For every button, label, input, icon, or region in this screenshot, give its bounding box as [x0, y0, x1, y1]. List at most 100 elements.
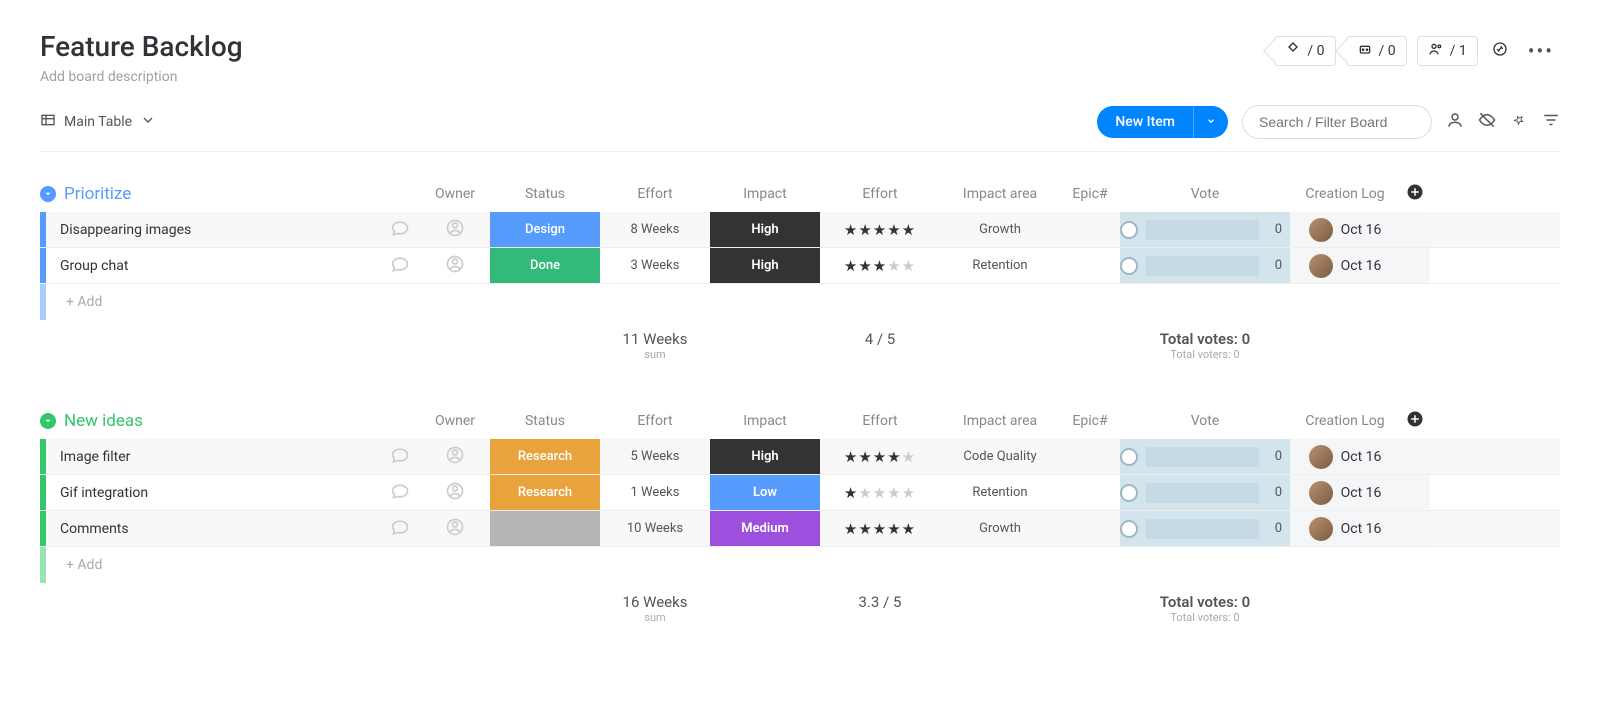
column-header[interactable]: Owner	[420, 413, 490, 429]
vote-cell[interactable]: 0	[1120, 511, 1290, 546]
activity-chip[interactable]	[1488, 37, 1512, 65]
owner-cell[interactable]	[420, 517, 490, 541]
column-header[interactable]: Vote	[1120, 186, 1290, 202]
impact-cell[interactable]: Low	[710, 475, 820, 510]
impact-area-cell[interactable]: Retention	[940, 258, 1060, 273]
impact-area-cell[interactable]: Growth	[940, 222, 1060, 237]
view-switcher[interactable]: Main Table	[40, 112, 156, 132]
creation-log-cell[interactable]: Oct 16	[1290, 475, 1400, 510]
impact-cell[interactable]: High	[710, 439, 820, 474]
column-header[interactable]: Vote	[1120, 413, 1290, 429]
new-item-dropdown[interactable]	[1193, 106, 1228, 138]
table-row[interactable]: Disappearing images Design 8 Weeks High …	[40, 212, 1560, 248]
column-header[interactable]: Creation Log	[1290, 413, 1400, 429]
column-header[interactable]: Status	[490, 413, 600, 429]
vote-toggle[interactable]	[1120, 448, 1138, 466]
person-filter-icon[interactable]	[1446, 111, 1464, 133]
item-title[interactable]: Comments	[60, 521, 380, 537]
creation-log-cell[interactable]: Oct 16	[1290, 439, 1400, 474]
impact-cell[interactable]: High	[710, 212, 820, 247]
impact-cell[interactable]: Medium	[710, 511, 820, 546]
rating-cell[interactable]: ★★★★★	[820, 257, 940, 275]
group-title[interactable]: New ideas	[40, 411, 420, 431]
column-header[interactable]: Status	[490, 186, 600, 202]
add-column-button[interactable]	[1400, 409, 1430, 433]
impact-area-cell[interactable]: Code Quality	[940, 449, 1060, 464]
creation-log-cell[interactable]: Oct 16	[1290, 248, 1400, 283]
item-title[interactable]: Image filter	[60, 449, 380, 465]
column-header[interactable]: Effort	[820, 413, 940, 429]
table-row[interactable]: Image filter Research 5 Weeks High ★★★★★…	[40, 439, 1560, 475]
item-title[interactable]: Group chat	[60, 258, 380, 274]
rating-cell[interactable]: ★★★★★	[820, 221, 940, 239]
effort-cell[interactable]: 8 Weeks	[600, 222, 710, 237]
effort-cell[interactable]: 5 Weeks	[600, 449, 710, 464]
item-title[interactable]: Gif integration	[60, 485, 380, 501]
more-menu[interactable]: •••	[1522, 39, 1560, 63]
filter-icon[interactable]	[1542, 111, 1560, 133]
column-header[interactable]: Epic#	[1060, 413, 1120, 429]
comment-icon[interactable]	[380, 445, 420, 469]
collapse-icon[interactable]	[40, 186, 56, 202]
column-header[interactable]: Effort	[600, 186, 710, 202]
board-description[interactable]: Add board description	[40, 69, 243, 85]
rating-cell[interactable]: ★★★★★	[820, 448, 940, 466]
add-column-button[interactable]	[1400, 182, 1430, 206]
group-title[interactable]: Prioritize	[40, 184, 420, 204]
effort-cell[interactable]: 10 Weeks	[600, 521, 710, 536]
table-row[interactable]: Gif integration Research 1 Weeks Low ★★★…	[40, 475, 1560, 511]
impact-cell[interactable]: High	[710, 248, 820, 283]
column-header[interactable]: Impact	[710, 186, 820, 202]
rating-cell[interactable]: ★★★★★	[820, 484, 940, 502]
status-cell[interactable]: Research	[490, 475, 600, 510]
vote-cell[interactable]: 0	[1120, 475, 1290, 510]
status-cell[interactable]	[490, 511, 600, 546]
effort-cell[interactable]: 1 Weeks	[600, 485, 710, 500]
column-header[interactable]: Owner	[420, 186, 490, 202]
members-chip[interactable]: / 1	[1417, 36, 1478, 66]
owner-cell[interactable]	[420, 445, 490, 469]
vote-toggle[interactable]	[1120, 484, 1138, 502]
integrations-chip[interactable]: / 0	[1274, 36, 1335, 66]
column-header[interactable]: Impact	[710, 413, 820, 429]
comment-icon[interactable]	[380, 218, 420, 242]
collapse-icon[interactable]	[40, 413, 56, 429]
table-row[interactable]: Group chat Done 3 Weeks High ★★★★★ Reten…	[40, 248, 1560, 284]
status-cell[interactable]: Done	[490, 248, 600, 283]
owner-cell[interactable]	[420, 254, 490, 278]
column-header[interactable]: Creation Log	[1290, 186, 1400, 202]
vote-cell[interactable]: 0	[1120, 439, 1290, 474]
creation-log-cell[interactable]: Oct 16	[1290, 511, 1400, 546]
rating-cell[interactable]: ★★★★★	[820, 520, 940, 538]
creation-log-cell[interactable]: Oct 16	[1290, 212, 1400, 247]
impact-area-cell[interactable]: Growth	[940, 521, 1060, 536]
vote-toggle[interactable]	[1120, 520, 1138, 538]
vote-cell[interactable]: 0	[1120, 212, 1290, 247]
search-input[interactable]	[1242, 105, 1432, 139]
comment-icon[interactable]	[380, 517, 420, 541]
vote-toggle[interactable]	[1120, 221, 1138, 239]
owner-cell[interactable]	[420, 218, 490, 242]
add-row[interactable]: + Add	[40, 547, 1560, 583]
vote-toggle[interactable]	[1120, 257, 1138, 275]
comment-icon[interactable]	[380, 481, 420, 505]
column-header[interactable]: Effort	[600, 413, 710, 429]
column-header[interactable]: Impact area	[940, 413, 1060, 429]
column-header[interactable]: Impact area	[940, 186, 1060, 202]
pin-icon[interactable]	[1510, 111, 1528, 133]
vote-cell[interactable]: 0	[1120, 248, 1290, 283]
column-header[interactable]: Epic#	[1060, 186, 1120, 202]
board-title[interactable]: Feature Backlog	[40, 30, 243, 63]
item-title[interactable]: Disappearing images	[60, 222, 380, 238]
add-row[interactable]: + Add	[40, 284, 1560, 320]
table-row[interactable]: Comments 10 Weeks Medium ★★★★★ Growth 0 …	[40, 511, 1560, 547]
effort-cell[interactable]: 3 Weeks	[600, 258, 710, 273]
automations-chip[interactable]: / 0	[1346, 36, 1407, 66]
impact-area-cell[interactable]: Retention	[940, 485, 1060, 500]
new-item-button[interactable]: New Item	[1097, 106, 1228, 138]
comment-icon[interactable]	[380, 254, 420, 278]
column-header[interactable]: Effort	[820, 186, 940, 202]
hide-icon[interactable]	[1478, 111, 1496, 133]
status-cell[interactable]: Design	[490, 212, 600, 247]
owner-cell[interactable]	[420, 481, 490, 505]
